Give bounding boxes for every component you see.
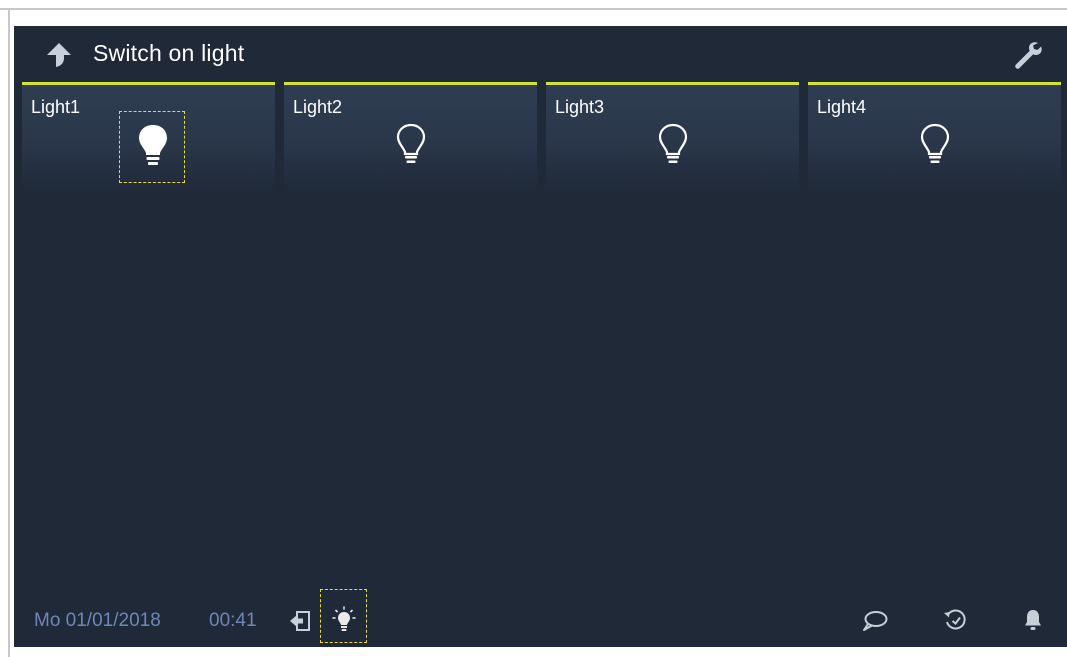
bulb-off-icon <box>920 123 950 163</box>
bell-icon[interactable] <box>1023 608 1043 637</box>
selection-outline[interactable] <box>119 111 185 183</box>
bulb-on-icon <box>139 125 167 165</box>
light-status-icon[interactable] <box>332 606 356 637</box>
bulb-off-icon <box>658 123 688 163</box>
light-tile-label: Light4 <box>817 97 867 117</box>
bulb-area[interactable] <box>902 111 968 183</box>
light-tile-label: Light1 <box>31 97 81 117</box>
wrench-icon[interactable] <box>1010 38 1044 72</box>
light-tile[interactable]: Light1 <box>22 82 275 192</box>
panel-screen: Switch on light Light1 Light2 Light3 Lig… <box>14 26 1067 647</box>
history-icon[interactable] <box>942 608 968 637</box>
header: Switch on light <box>14 26 1067 82</box>
time-text: 00:41 <box>209 610 257 631</box>
light-tile[interactable]: Light3 <box>546 82 799 192</box>
arrow-up-icon[interactable] <box>44 40 74 70</box>
light-tile-label: Light2 <box>293 97 343 117</box>
light-tile-label: Light3 <box>555 97 605 117</box>
bulb-area[interactable] <box>640 111 706 183</box>
frame-top-border <box>0 8 1067 10</box>
date-text: Mo 01/01/2018 <box>34 610 161 631</box>
message-icon[interactable] <box>862 610 888 637</box>
page-title: Switch on light <box>93 40 245 66</box>
bulb-off-icon <box>396 123 426 163</box>
frame-left-border <box>8 8 10 657</box>
exit-icon[interactable] <box>288 610 312 637</box>
bulb-area[interactable] <box>378 111 444 183</box>
light-tile[interactable]: Light4 <box>808 82 1061 192</box>
status-bar: Mo 01/01/2018 00:41 <box>14 586 1067 647</box>
light-tiles: Light1 Light2 Light3 Light4 <box>22 82 1062 192</box>
light-tile[interactable]: Light2 <box>284 82 537 192</box>
